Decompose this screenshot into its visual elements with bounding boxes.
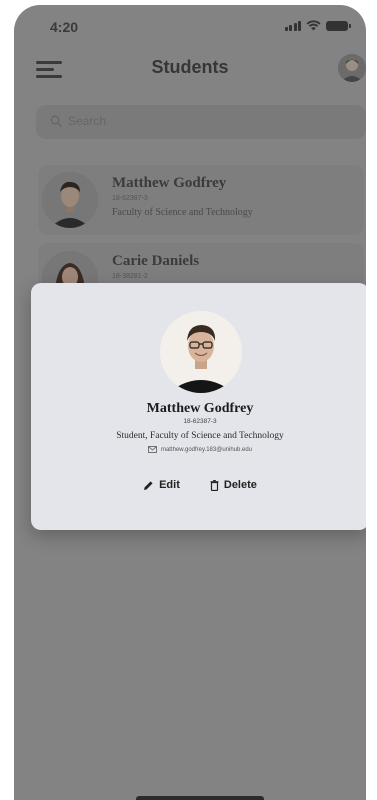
student-avatar bbox=[42, 172, 98, 228]
student-card[interactable]: Matthew Godfrey 18-62387-3 Faculty of Sc… bbox=[38, 165, 364, 235]
page-title: Students bbox=[151, 57, 229, 77]
edit-button[interactable]: Edit bbox=[143, 479, 180, 491]
detail-role: Student, Faculty of Science and Technolo… bbox=[116, 431, 284, 441]
delete-button[interactable]: Delete bbox=[210, 479, 257, 491]
detail-email: matthew.godfrey.183@unihub.edu bbox=[160, 446, 253, 453]
signal-icon bbox=[284, 20, 301, 31]
status-bar: 4:20 bbox=[14, 5, 366, 49]
search-placeholder: Search bbox=[68, 114, 107, 128]
detail-email-row: matthew.godfrey.183@unihub.edu bbox=[31, 446, 366, 453]
student-name: Matthew Godfrey bbox=[112, 175, 227, 191]
student-id: 18-62387-3 bbox=[112, 195, 148, 202]
pencil-icon bbox=[144, 480, 153, 490]
student-photo bbox=[160, 311, 242, 393]
trash-icon bbox=[210, 479, 219, 491]
student-id: 18-38281-2 bbox=[112, 273, 148, 280]
battery-icon bbox=[326, 20, 351, 31]
home-indicator bbox=[136, 796, 264, 800]
delete-label: Delete bbox=[223, 479, 257, 491]
status-icons bbox=[284, 20, 351, 31]
search-icon bbox=[50, 115, 62, 127]
profile-avatar[interactable] bbox=[338, 54, 366, 82]
student-faculty: Faculty of Science and Technology bbox=[112, 207, 253, 218]
phone-screen: 4:20 Students Search Matthew Godfrey 18-… bbox=[14, 5, 366, 800]
student-name: Carie Daniels bbox=[112, 253, 200, 269]
email-icon bbox=[148, 446, 157, 453]
search-input[interactable]: Search bbox=[36, 105, 366, 139]
status-time: 4:20 bbox=[50, 19, 79, 35]
app-header: Students bbox=[14, 45, 366, 93]
edit-label: Edit bbox=[159, 479, 180, 491]
detail-id: 18-62387-3 bbox=[183, 418, 217, 425]
detail-actions: Edit Delete bbox=[31, 479, 366, 491]
student-detail-modal: Matthew Godfrey 18-62387-3 Student, Facu… bbox=[31, 283, 366, 530]
detail-name: Matthew Godfrey bbox=[146, 401, 254, 416]
wifi-icon bbox=[306, 20, 321, 31]
